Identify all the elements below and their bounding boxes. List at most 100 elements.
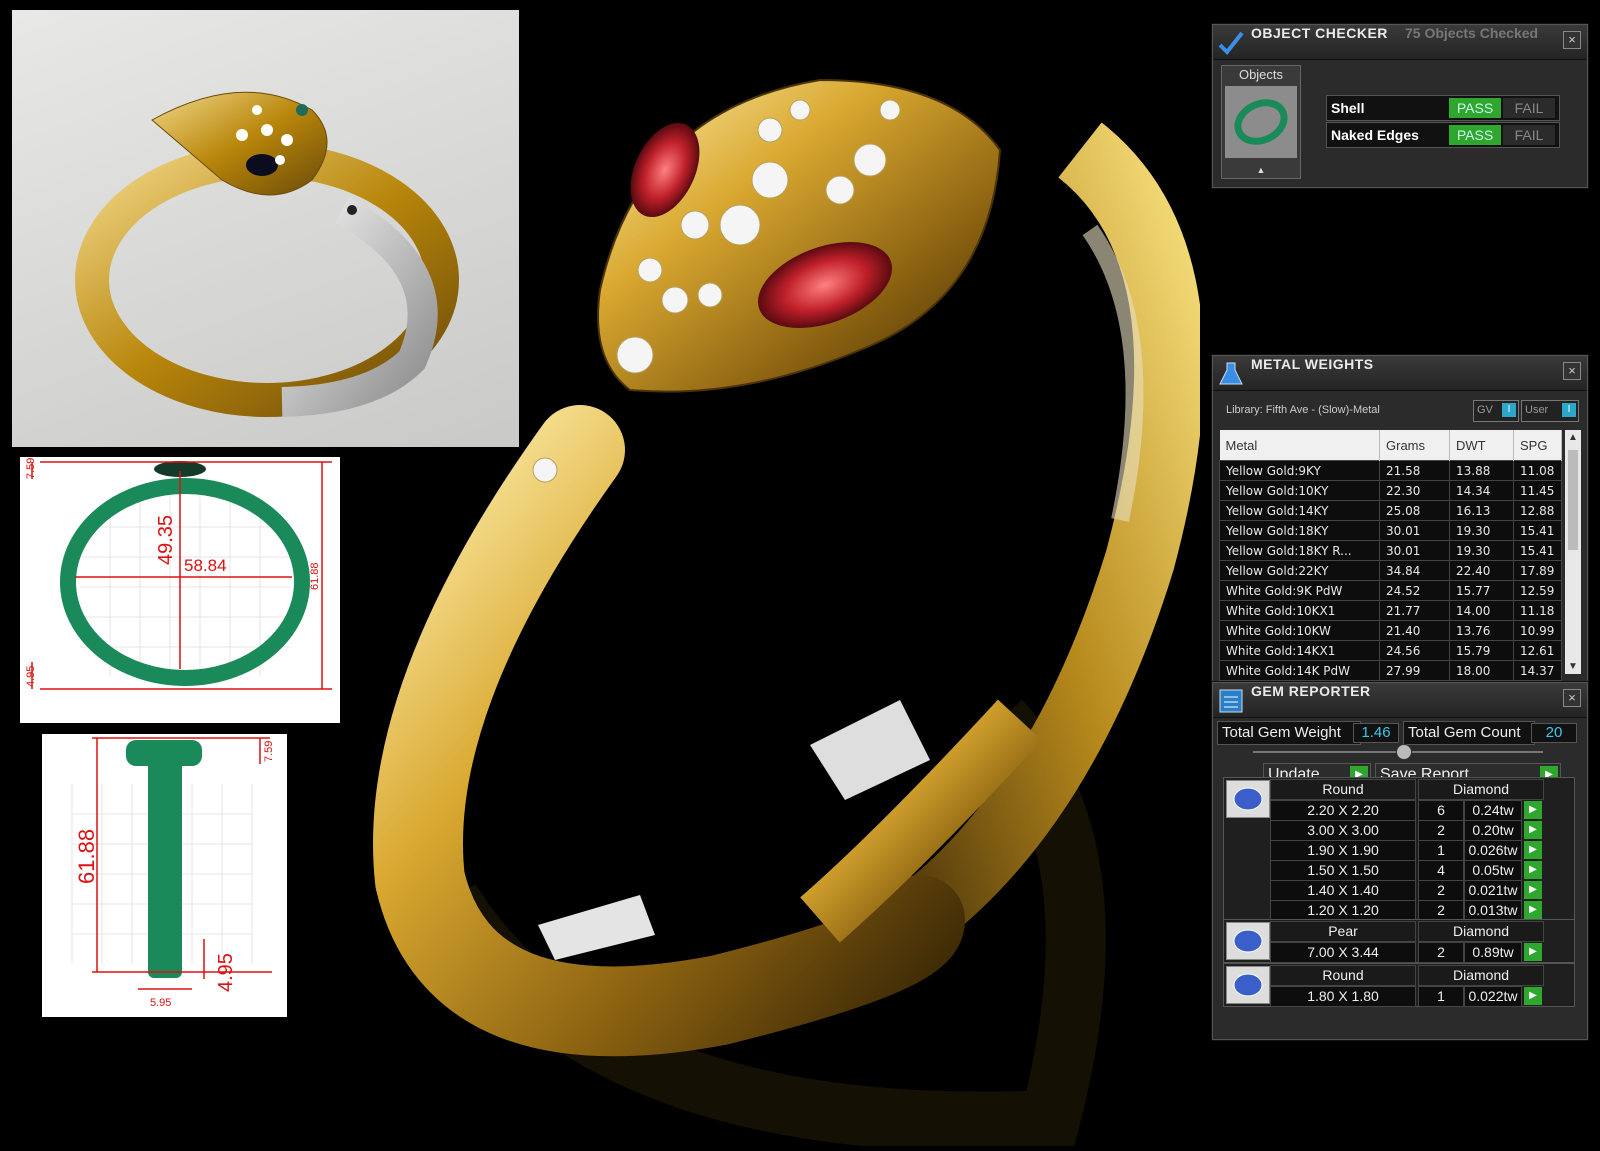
- main-bracelet-render: [300, 0, 1205, 1151]
- dim-front-bottom: 4.95: [215, 953, 237, 992]
- play-icon[interactable]: ▶: [1524, 821, 1542, 839]
- gem-shape-label: Round: [1270, 965, 1416, 986]
- library-label: Library: Fifth Ave - (Slow)-Metal: [1226, 404, 1380, 416]
- table-row[interactable]: Yellow Gold:18KY R... 30.01 19.30 15.41: [1219, 540, 1562, 561]
- scrollbar-thumb[interactable]: [1568, 450, 1578, 550]
- grams-cell: 21.77: [1379, 600, 1450, 621]
- spg-cell: 11.45: [1513, 480, 1562, 501]
- metal-cell: Yellow Gold:18KY R...: [1219, 540, 1380, 561]
- gem-size-cell: 1.80 X 1.80: [1270, 986, 1416, 1007]
- gem-weight-cell: 0.05tw: [1464, 860, 1522, 881]
- grams-cell: 30.01: [1379, 540, 1450, 561]
- close-icon[interactable]: ×: [1563, 362, 1581, 380]
- metal-weights-title: METAL WEIGHTS: [1251, 356, 1374, 372]
- dwt-cell: 14.34: [1449, 480, 1514, 501]
- column-header-dwt[interactable]: DWT: [1449, 430, 1514, 461]
- table-row[interactable]: Yellow Gold:22KY 34.84 22.40 17.89: [1219, 560, 1562, 581]
- table-scrollbar[interactable]: ▲ ▼: [1565, 430, 1581, 674]
- fail-button[interactable]: FAIL: [1503, 125, 1555, 145]
- gem-reporter-panel: GEM REPORTER × Total Gem Weight 1.46 Tot…: [1212, 682, 1588, 1040]
- dwt-cell: 18.00: [1449, 660, 1514, 681]
- check-row-naked-edges: Naked Edges PASS FAIL: [1326, 122, 1560, 148]
- gem-group: Round Diamond 2.20 X 2.20 6 0.24tw ▶ 3.00 X 3.…: [1223, 777, 1575, 921]
- report-icon: [1219, 689, 1243, 713]
- gem-count-cell: 2: [1418, 942, 1464, 963]
- table-row[interactable]: Yellow Gold:9KY 21.58 13.88 11.08: [1219, 460, 1562, 481]
- objects-preview-box[interactable]: Objects ▲: [1221, 65, 1301, 179]
- round-gem-icon: [1226, 780, 1270, 818]
- spg-cell: 12.61: [1513, 640, 1562, 661]
- table-row[interactable]: Yellow Gold:10KY 22.30 14.34 11.45: [1219, 480, 1562, 501]
- fail-button[interactable]: FAIL: [1503, 98, 1555, 118]
- table-row[interactable]: White Gold:14KX1 24.56 15.79 12.61: [1219, 640, 1562, 661]
- user-toggle[interactable]: User I: [1521, 400, 1579, 422]
- gem-count-cell: 2: [1418, 880, 1464, 901]
- column-header-grams[interactable]: Grams: [1379, 430, 1450, 461]
- metal-cell: White Gold:14K PdW: [1219, 660, 1380, 681]
- dim-inner-height: 49.35: [155, 515, 177, 565]
- total-gem-count-label: Total Gem Count: [1403, 721, 1535, 745]
- gv-toggle[interactable]: GV I: [1473, 400, 1519, 422]
- metal-cell: White Gold:9K PdW: [1219, 580, 1380, 601]
- gv-toggle-label: GV: [1477, 404, 1493, 416]
- dwt-cell: 13.76: [1449, 620, 1514, 641]
- play-icon[interactable]: ▶: [1524, 841, 1542, 859]
- flask-icon: [1219, 362, 1243, 385]
- spg-cell: 11.18: [1513, 600, 1562, 621]
- table-row[interactable]: White Gold:10KX1 21.77 14.00 11.18: [1219, 600, 1562, 621]
- objects-label: Objects: [1238, 67, 1284, 82]
- spg-cell: 15.41: [1513, 540, 1562, 561]
- gem-count-cell: 4: [1418, 860, 1464, 881]
- table-row[interactable]: Yellow Gold:18KY 30.01 19.30 15.41: [1219, 520, 1562, 541]
- gem-size-cell: 1.50 X 1.50: [1270, 860, 1416, 881]
- dim-inner-width: 58.84: [184, 556, 227, 575]
- play-icon[interactable]: ▶: [1524, 943, 1542, 961]
- object-thumbnail[interactable]: [1225, 86, 1297, 158]
- pass-button[interactable]: PASS: [1449, 98, 1501, 118]
- close-icon[interactable]: ×: [1563, 31, 1581, 49]
- object-checker-panel: OBJECT CHECKER 75 Objects Checked × Obje…: [1212, 24, 1588, 188]
- play-icon[interactable]: ▶: [1524, 987, 1542, 1005]
- metal-cell: Yellow Gold:9KY: [1219, 460, 1380, 481]
- dwt-cell: 15.79: [1449, 640, 1514, 661]
- close-icon[interactable]: ×: [1563, 689, 1581, 707]
- gem-weight-cell: 0.24tw: [1464, 800, 1522, 821]
- spg-cell: 14.37: [1513, 660, 1562, 681]
- play-icon[interactable]: ▶: [1524, 881, 1542, 899]
- column-header-metal[interactable]: Metal: [1219, 430, 1380, 461]
- check-label: Naked Edges: [1331, 127, 1419, 143]
- spg-cell: 10.99: [1513, 620, 1562, 641]
- toggle-indicator-icon: I: [1502, 403, 1516, 417]
- dim-front-top: 7.59: [263, 741, 275, 762]
- dwt-cell: 22.40: [1449, 560, 1514, 581]
- gem-group: Round Diamond 1.80 X 1.80 1 0.022tw ▶: [1223, 963, 1575, 1007]
- chevron-down-icon[interactable]: ▼: [1565, 661, 1581, 672]
- gem-shape-label: Pear: [1270, 921, 1416, 942]
- play-icon[interactable]: ▶: [1524, 901, 1542, 919]
- gem-material-label: Diamond: [1418, 921, 1544, 942]
- table-row[interactable]: White Gold:14K PdW 27.99 18.00 14.37: [1219, 660, 1562, 681]
- column-header-spg[interactable]: SPG: [1513, 430, 1562, 461]
- grams-cell: 27.99: [1379, 660, 1450, 681]
- play-icon[interactable]: ▶: [1524, 801, 1542, 819]
- gem-count-cell: 6: [1418, 800, 1464, 821]
- gem-shape-label: Round: [1270, 779, 1416, 800]
- objects-checked-count: 75 Objects Checked: [1405, 25, 1539, 41]
- metal-cell: Yellow Gold:18KY: [1219, 520, 1380, 541]
- toggle-indicator-icon: I: [1562, 403, 1576, 417]
- total-gem-weight-value: 1.46: [1353, 723, 1399, 743]
- table-row[interactable]: White Gold:9K PdW 24.52 15.77 12.59: [1219, 580, 1562, 601]
- dim-bottom-thickness: 4.95: [25, 666, 37, 687]
- pass-button[interactable]: PASS: [1449, 125, 1501, 145]
- metal-weights-header: METAL WEIGHTS ×: [1213, 356, 1587, 391]
- table-row[interactable]: White Gold:10KW 21.40 13.76 10.99: [1219, 620, 1562, 641]
- play-icon[interactable]: ▶: [1524, 861, 1542, 879]
- panel-slider-knob[interactable]: [1396, 744, 1412, 760]
- chevron-up-icon[interactable]: ▲: [1222, 162, 1300, 178]
- metal-cell: White Gold:10KX1: [1219, 600, 1380, 621]
- grams-cell: 25.08: [1379, 500, 1450, 521]
- gem-count-cell: 2: [1418, 820, 1464, 841]
- chevron-up-icon[interactable]: ▲: [1565, 432, 1581, 443]
- object-checker-header: OBJECT CHECKER 75 Objects Checked ×: [1213, 25, 1587, 60]
- table-row[interactable]: Yellow Gold:14KY 25.08 16.13 12.88: [1219, 500, 1562, 521]
